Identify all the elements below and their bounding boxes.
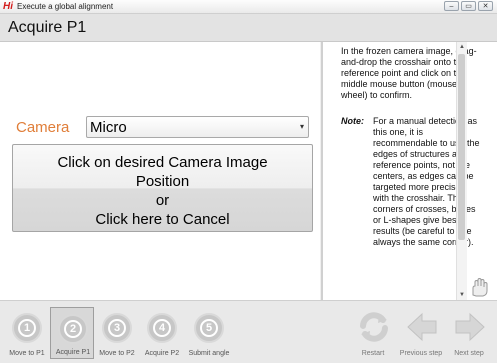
camera-label: Camera (16, 119, 70, 136)
help-panel: In the frozen camera image, drag-and-dro… (323, 42, 497, 300)
previous-step-button[interactable]: Previous step (398, 307, 444, 359)
scroll-down-arrow-icon[interactable]: ▼ (457, 290, 467, 300)
step-label: Submit angle (188, 350, 230, 357)
note-label: Note: (341, 116, 364, 126)
step-number: 2 (64, 320, 82, 338)
step-circle: 1 (12, 313, 42, 343)
step-number: 4 (153, 319, 171, 337)
step-move-to-p2[interactable]: 3 Move to P2 (95, 307, 139, 359)
step-acquire-p1[interactable]: 2 Acquire P1 (50, 307, 94, 359)
help-scrollbar[interactable]: ▲ ▼ (456, 42, 467, 300)
window-controls: – ▭ ✕ (444, 1, 493, 11)
arrow-left-icon (407, 312, 437, 342)
acquire-cancel-button[interactable]: Click on desired Camera Image Position o… (12, 144, 313, 232)
step-move-to-p1[interactable]: 1 Move to P1 (5, 307, 49, 359)
hand-icon (472, 277, 488, 297)
chevron-down-icon: ▾ (299, 122, 304, 131)
step-circle: 2 (58, 314, 88, 344)
maximize-button[interactable]: ▭ (461, 1, 476, 11)
camera-select[interactable]: Micro ▾ (86, 116, 309, 138)
step-number: 5 (200, 319, 218, 337)
window-titlebar: Hi Execute a global alignment – ▭ ✕ (0, 0, 497, 14)
restart-icon (360, 312, 388, 342)
next-step-button[interactable]: Next step (446, 307, 492, 359)
page-header: Acquire P1 (0, 14, 497, 42)
step-circle: 5 (194, 313, 224, 343)
button-line-1: Click on desired Camera Image (57, 154, 268, 171)
camera-select-value: Micro (90, 119, 127, 136)
button-line-3: or (155, 192, 170, 209)
step-number: 1 (18, 319, 36, 337)
button-line-4: Click here to Cancel (95, 211, 230, 228)
app-logo: Hi (3, 1, 13, 12)
step-submit-angle[interactable]: 5 Submit angle (187, 307, 231, 359)
close-button[interactable]: ✕ (478, 1, 493, 11)
step-circle: 4 (147, 313, 177, 343)
arrow-right-icon (455, 312, 485, 342)
minimize-button[interactable]: – (444, 1, 459, 11)
restart-button[interactable]: Restart (350, 307, 396, 359)
wizard-footer: 1 Move to P1 2 Acquire P1 3 Move to P2 4… (0, 300, 497, 363)
scroll-up-arrow-icon[interactable]: ▲ (457, 42, 467, 52)
button-line-2: Position (135, 173, 190, 190)
step-acquire-p2[interactable]: 4 Acquire P2 (140, 307, 184, 359)
scroll-thumb[interactable] (458, 54, 465, 240)
page-title: Acquire P1 (8, 19, 87, 36)
step-number: 3 (108, 319, 126, 337)
step-circle: 3 (102, 313, 132, 343)
window-title: Execute a global alignment (17, 2, 114, 11)
next-step-label: Next step (454, 350, 484, 357)
